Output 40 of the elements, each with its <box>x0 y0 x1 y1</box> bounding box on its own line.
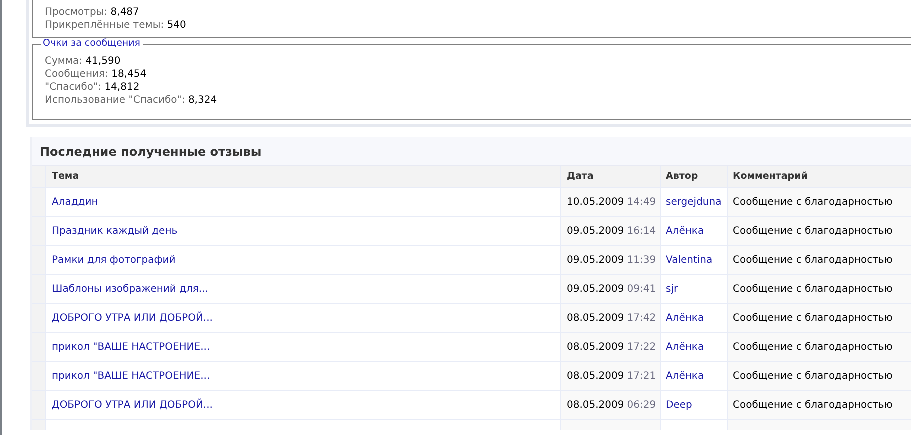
section-title: Последние полученные отзывы <box>32 137 911 166</box>
comment-cell: Сообщение с благодарностью <box>727 362 911 390</box>
date-cell: 09.05.2009 11:39 <box>560 246 660 274</box>
author-link[interactable]: Valentina <box>666 254 713 266</box>
topic-link[interactable]: ДОБРОГО УТРА ИЛИ ДОБРОЙ... <box>52 400 213 410</box>
topic-link[interactable]: Шаблоны изображений для... <box>52 284 208 294</box>
topic-link[interactable]: Рамки для фотографий <box>52 254 176 266</box>
topic-link[interactable]: прикол "ВАШЕ НАСТРОЕНИЕ... <box>52 370 210 382</box>
topic-link[interactable]: ДОБРОГО УТРА ИЛИ ДОБРОЙ... <box>52 312 213 324</box>
comment-cell: Сообщение с благодарностью <box>727 275 911 303</box>
author-link[interactable]: sergejduna <box>666 196 722 208</box>
comment-cell: Сообщение с благодарностью <box>727 188 911 216</box>
comment-cell: Сообщение с благодарностью <box>727 246 911 274</box>
stat-line: "Спасибо": 14,812 <box>45 81 141 94</box>
stat-line: Сумма: 41,590 <box>45 55 122 68</box>
stat-line: Прикреплённые темы: 540 <box>45 19 188 32</box>
date-cell: 08.05.2009 17:21 <box>560 362 660 390</box>
comment-cell: Сообщение с благодарностью <box>727 304 911 332</box>
author-link[interactable]: Алёнка <box>666 226 704 236</box>
stat-line: Использование "Спасибо": 8,324 <box>45 94 218 107</box>
date-cell: 08.05.2009 17:42 <box>560 304 660 332</box>
author-link[interactable]: Алёнка <box>666 342 704 352</box>
topic-link[interactable]: Аладдин <box>52 196 98 208</box>
topic-link[interactable]: прикол "ВАШЕ НАСТРОЕНИЕ... <box>52 342 210 352</box>
date-cell: 08.05.2009 17:22 <box>560 333 660 361</box>
fieldset-legend: Очки за сообщения <box>41 38 143 49</box>
author-link[interactable]: Алёнка <box>666 312 704 324</box>
date-cell: 09.05.2009 16:14 <box>560 217 660 245</box>
author-link[interactable]: Алёнка <box>666 370 704 382</box>
author-link[interactable]: Deep <box>666 400 692 410</box>
date-cell: 09.05.2009 09:41 <box>560 275 660 303</box>
date-cell: 10.05.2009 14:49 <box>560 188 660 216</box>
author-link[interactable]: sjr <box>666 284 678 294</box>
date-cell: 08.05.2009 06:29 <box>560 391 660 419</box>
topic-link[interactable]: Праздник каждый день <box>52 226 178 236</box>
comment-cell: Сообщение с благодарностью <box>727 217 911 245</box>
comment-cell: Сообщение с благодарностью <box>727 333 911 361</box>
stat-line: Сообщения: 18,454 <box>45 68 148 81</box>
stat-line: Просмотры: 8,487 <box>45 6 140 19</box>
comment-cell: Сообщение с благодарностью <box>727 391 911 419</box>
